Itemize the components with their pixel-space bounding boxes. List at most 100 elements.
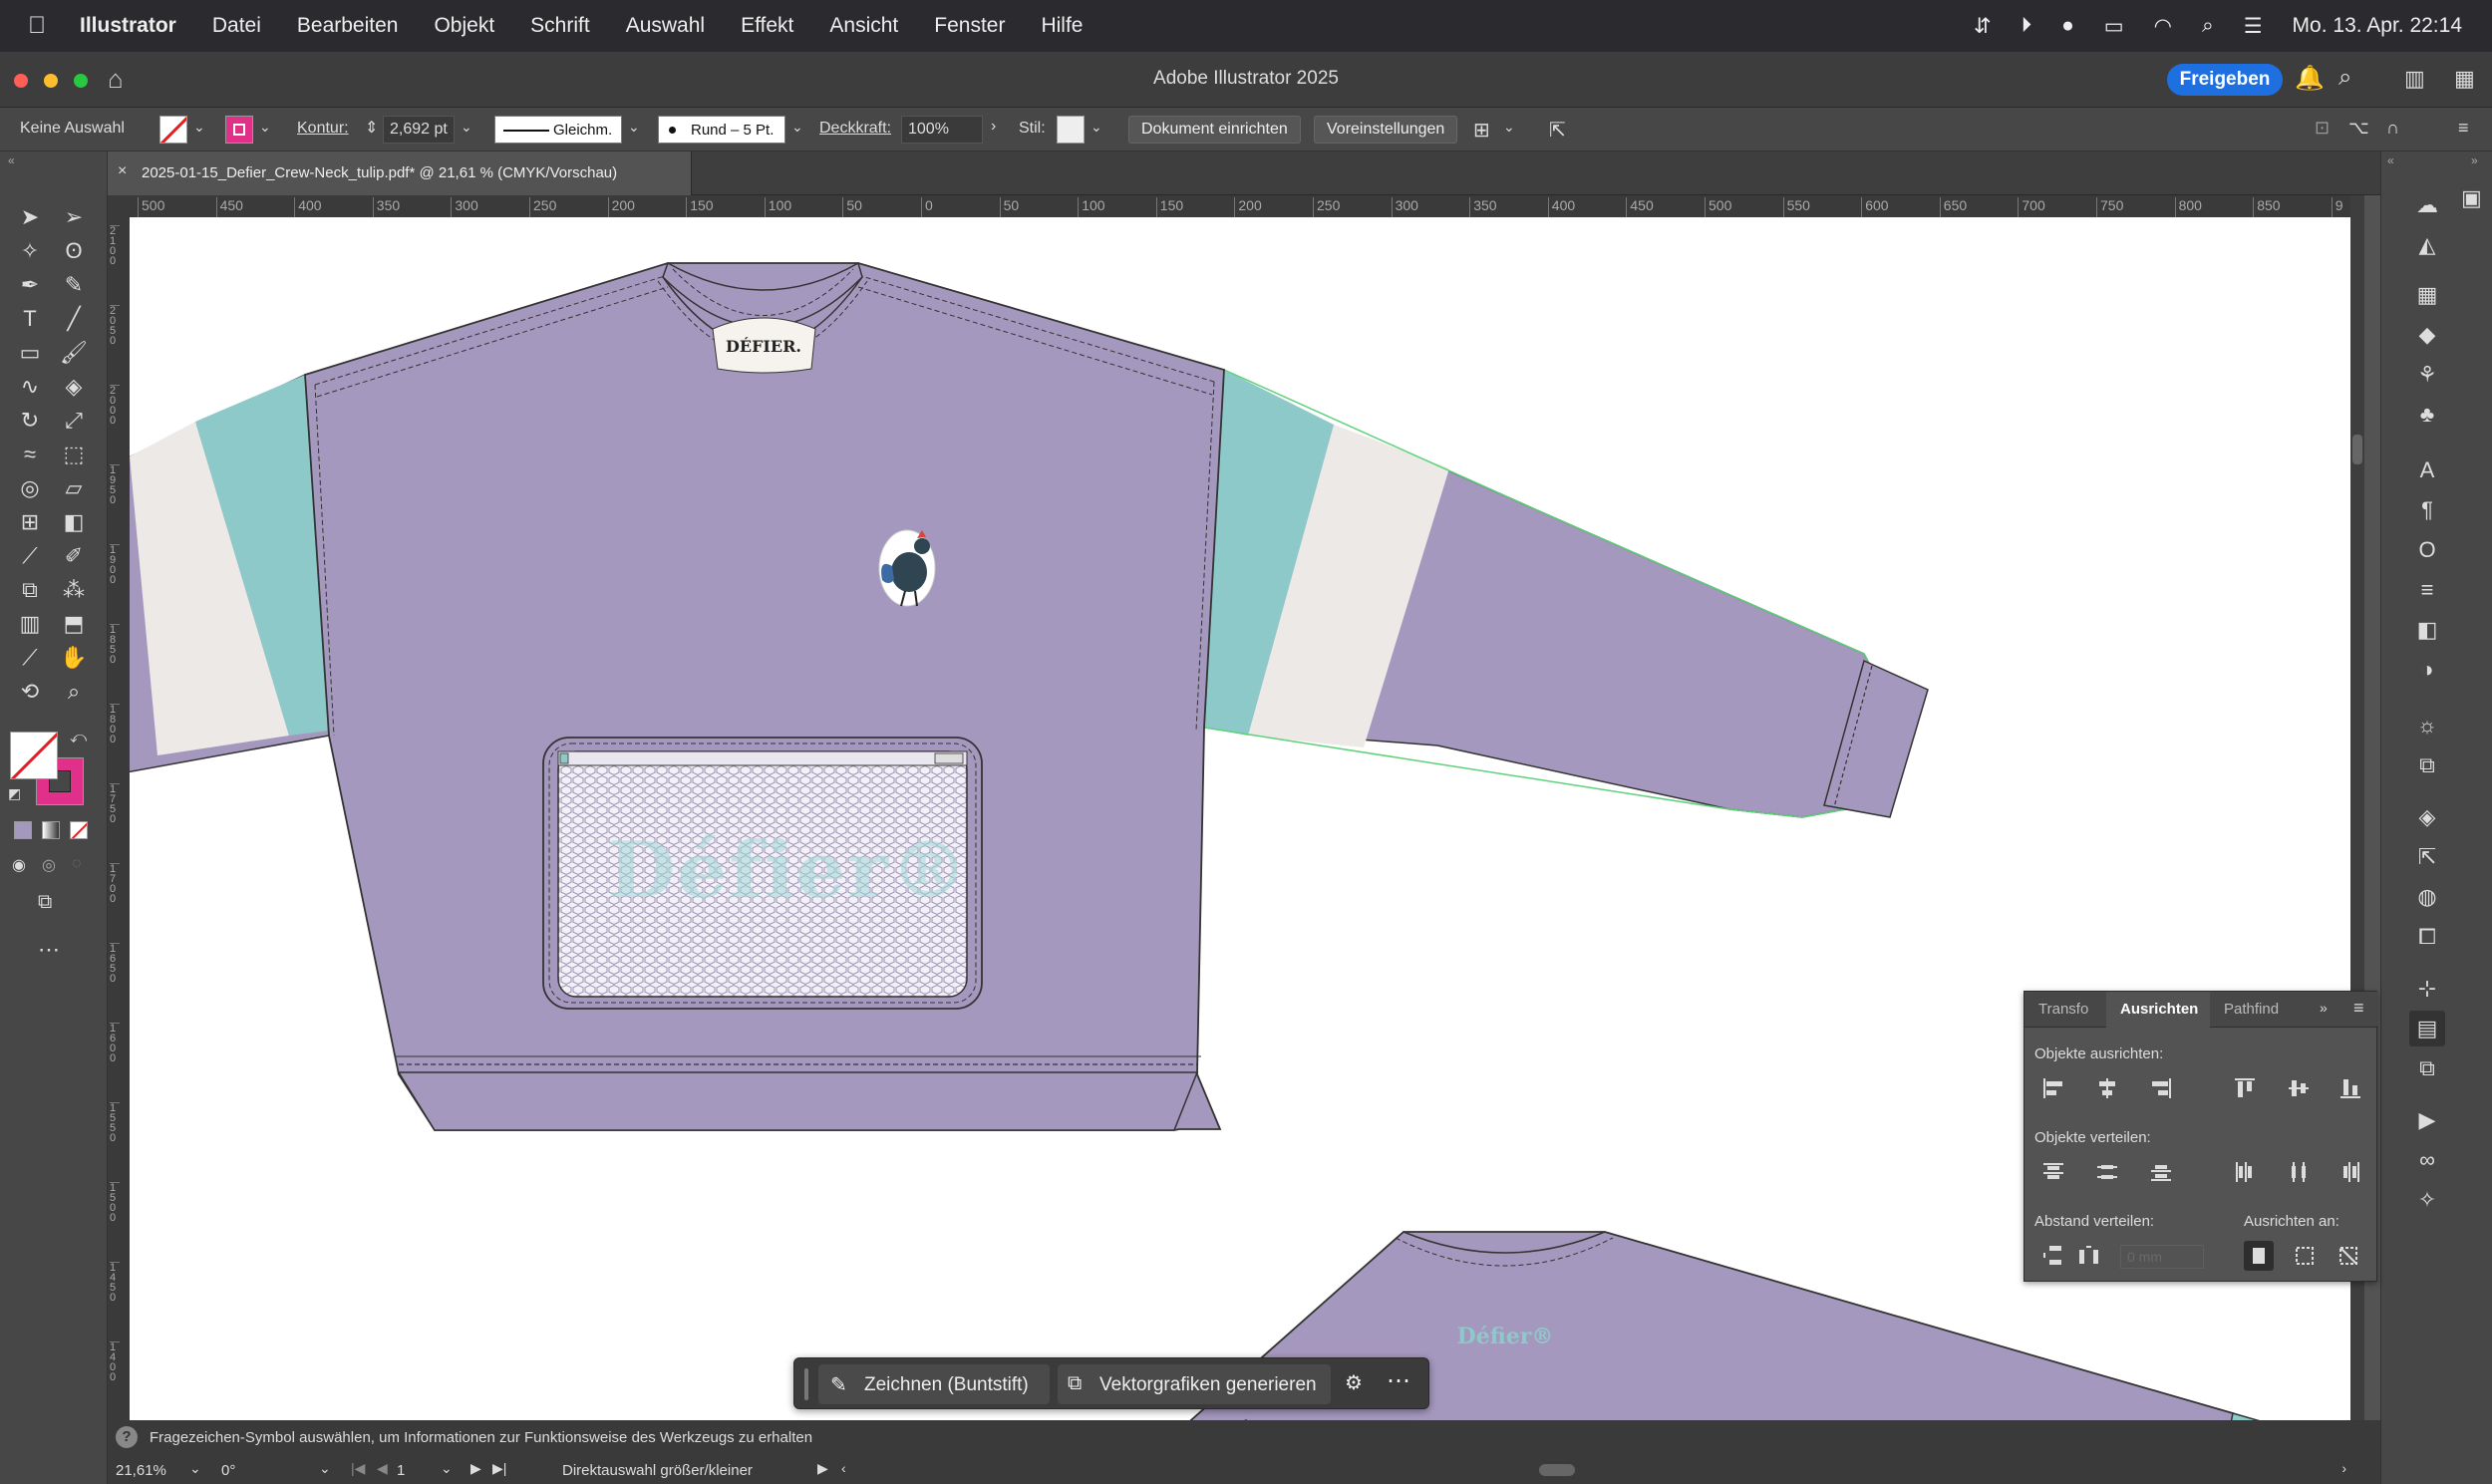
artboard-tool-icon[interactable]: ⬒ bbox=[58, 608, 90, 640]
rotation-dropdown-icon[interactable]: ⌄ bbox=[319, 1460, 331, 1477]
perspective-grid-tool-icon[interactable]: ▱ bbox=[58, 472, 90, 504]
width-tool-icon[interactable]: ≈ bbox=[14, 439, 46, 470]
layers-icon[interactable]: ◈ bbox=[2409, 799, 2445, 835]
lasso-tool-icon[interactable]: ʘ bbox=[58, 235, 90, 267]
navigator-icon[interactable]: ⧠ bbox=[2409, 919, 2445, 955]
search-icon[interactable]: ⌕ bbox=[2338, 64, 2351, 92]
menu-objekt[interactable]: Objekt bbox=[434, 14, 494, 38]
rotation-input[interactable]: 0° bbox=[221, 1462, 331, 1479]
draw-pencil-button[interactable]: ✎ Zeichnen (Buntstift) bbox=[818, 1364, 1050, 1404]
collapse-dock-icon[interactable]: « bbox=[2387, 153, 2394, 167]
menu-auswahl[interactable]: Auswahl bbox=[626, 14, 705, 38]
wifi-icon[interactable]: ◠ bbox=[2154, 14, 2172, 39]
shaper-tool-icon[interactable]: ∿ bbox=[14, 371, 46, 403]
zoom-level-input[interactable]: 21,61% bbox=[116, 1462, 166, 1479]
shape-builder-tool-icon[interactable]: ◎ bbox=[14, 472, 46, 504]
control-center-icon[interactable]: ☰ bbox=[2244, 14, 2263, 39]
fill-dropdown-icon[interactable]: ⌄ bbox=[193, 119, 205, 136]
current-tool-status[interactable]: Direktauswahl größer/kleiner bbox=[562, 1462, 753, 1479]
align-to-artboard-icon[interactable] bbox=[2244, 1241, 2274, 1271]
curvature-tool-icon[interactable]: ✎ bbox=[58, 269, 90, 301]
character-icon[interactable]: A bbox=[2409, 452, 2445, 488]
slice-tool-icon[interactable]: ⟋ bbox=[14, 642, 46, 674]
brush-dropdown-icon[interactable]: ⌄ bbox=[791, 119, 803, 136]
swap-fill-stroke-icon[interactable]: ⤺ bbox=[70, 730, 87, 747]
export-icon[interactable]: ⇱ bbox=[1549, 118, 1566, 143]
draw-normal-icon[interactable]: ◉ bbox=[12, 855, 26, 875]
align-top-icon[interactable] bbox=[2230, 1073, 2260, 1103]
stroke-stepper-icon[interactable]: ⇕ bbox=[365, 118, 378, 138]
opentype-icon[interactable]: O bbox=[2409, 532, 2445, 568]
clock[interactable]: Mo. 13. Apr. 22:14 bbox=[2293, 14, 2462, 38]
menu-fenster[interactable]: Fenster bbox=[934, 14, 1005, 38]
align-vertical-center-icon[interactable] bbox=[2284, 1073, 2314, 1103]
magic-wand-panel-icon[interactable]: ✧ bbox=[2409, 1182, 2445, 1218]
mesh-tool-icon[interactable]: ⊞ bbox=[14, 506, 46, 538]
free-transform-tool-icon[interactable]: ⬚ bbox=[58, 439, 90, 470]
taskbar-grip-icon[interactable] bbox=[804, 1368, 808, 1400]
opacity-label[interactable]: Deckkraft: bbox=[819, 120, 891, 138]
cc-libraries-icon[interactable]: ☁ bbox=[2409, 187, 2445, 223]
tab-pathfinder[interactable]: Pathfind bbox=[2224, 992, 2279, 1028]
style-dropdown-icon[interactable]: ⌄ bbox=[1090, 119, 1102, 136]
horizontal-distribute-space-icon[interactable] bbox=[2074, 1241, 2104, 1271]
stroke-panel-icon[interactable]: ≡ bbox=[2409, 572, 2445, 608]
document-setup-button[interactable]: Dokument einrichten bbox=[1128, 116, 1301, 144]
hscroll-left-icon[interactable]: ‹ bbox=[841, 1460, 846, 1476]
eyedropper-tool-icon[interactable]: ⟋ bbox=[14, 540, 46, 572]
stroke-weight-dropdown-icon[interactable]: ⌄ bbox=[461, 119, 472, 136]
align-horizontal-center-icon[interactable] bbox=[2092, 1073, 2122, 1103]
zoom-tool-icon[interactable]: ⌕ bbox=[58, 676, 90, 708]
align-to-key-object-icon[interactable] bbox=[2334, 1241, 2363, 1271]
close-tab-icon[interactable]: × bbox=[118, 162, 127, 180]
panel-expand-icon[interactable]: » bbox=[2320, 1000, 2328, 1016]
artboard-dropdown-icon[interactable]: ⌄ bbox=[441, 1460, 453, 1477]
opacity-expand-icon[interactable]: › bbox=[991, 118, 996, 136]
line-tool-icon[interactable]: ╱ bbox=[58, 303, 90, 335]
symbols-icon[interactable]: ♣ bbox=[2409, 397, 2445, 433]
direct-selection-tool-icon[interactable]: ➢ bbox=[58, 201, 90, 233]
eraser-tool-icon[interactable]: ◈ bbox=[58, 371, 90, 403]
fill-color-swatch[interactable] bbox=[10, 732, 58, 779]
draw-behind-icon[interactable]: ◎ bbox=[42, 855, 56, 875]
last-artboard-icon[interactable]: ▶| bbox=[492, 1460, 506, 1477]
align-panel-icon[interactable]: ▤ bbox=[2409, 1011, 2445, 1046]
panel-menu-icon[interactable]: ≡ bbox=[2353, 998, 2364, 1019]
spacing-value-input[interactable]: 0 mm bbox=[2120, 1245, 2204, 1269]
selection-tool-icon[interactable]: ➤ bbox=[14, 201, 46, 233]
asset-export-icon[interactable]: ◭ bbox=[2409, 227, 2445, 263]
transform-panel-icon[interactable]: ⊹ bbox=[2409, 971, 2445, 1007]
share-button[interactable]: Freigeben bbox=[2167, 64, 2283, 96]
control-menu-icon[interactable]: ≡ bbox=[2458, 118, 2469, 139]
links-chain-icon[interactable]: ∞ bbox=[2409, 1142, 2445, 1178]
edit-toolbar-icon[interactable]: ⋯ bbox=[38, 937, 60, 963]
column-graph-tool-icon[interactable]: ▥ bbox=[14, 608, 46, 640]
distribute-top-icon[interactable] bbox=[2038, 1157, 2068, 1187]
record-icon[interactable]: ● bbox=[2061, 14, 2074, 38]
menu-schrift[interactable]: Schrift bbox=[530, 14, 590, 38]
align-right-icon[interactable] bbox=[2146, 1073, 2176, 1103]
magic-wand-tool-icon[interactable]: ✧ bbox=[14, 235, 46, 267]
blend-tool-icon[interactable]: ⧉ bbox=[14, 574, 46, 606]
document-tab[interactable]: × 2025-01-15_Defier_Crew-Neck_tulip.pdf*… bbox=[108, 151, 692, 195]
arrange-dropdown-icon[interactable]: ⌄ bbox=[1503, 119, 1515, 136]
workspace-switcher-icon[interactable]: ▥ bbox=[2404, 66, 2425, 92]
measure-tool-icon[interactable]: ✐ bbox=[58, 540, 90, 572]
paragraph-icon[interactable]: ¶ bbox=[2409, 492, 2445, 528]
horizontal-scrollbar[interactable]: ‹ › bbox=[841, 1460, 2346, 1480]
variable-width-profile[interactable]: Gleichm. bbox=[494, 116, 622, 144]
actions-icon[interactable]: ▶ bbox=[2409, 1102, 2445, 1138]
align-bottom-icon[interactable] bbox=[2336, 1073, 2365, 1103]
align-left-icon[interactable] bbox=[2038, 1073, 2068, 1103]
style-swatch[interactable] bbox=[1057, 116, 1085, 144]
stroke-swatch[interactable] bbox=[225, 116, 253, 144]
apple-icon[interactable]:  bbox=[28, 12, 46, 40]
notification-bell-icon[interactable]: 🔔 bbox=[2295, 64, 2325, 93]
isolate-icon[interactable]: ⊡ bbox=[2315, 118, 2330, 139]
panels-toggle-icon[interactable]: ▦ bbox=[2454, 66, 2475, 92]
scale-tool-icon[interactable]: ⤢ bbox=[58, 405, 90, 437]
stroke-weight-input[interactable]: 2,692 pt bbox=[383, 116, 455, 144]
help-icon[interactable]: ? bbox=[116, 1426, 138, 1448]
tab-transform[interactable]: Transfo bbox=[2038, 992, 2088, 1028]
links-icon[interactable]: ⇱ bbox=[2409, 839, 2445, 875]
